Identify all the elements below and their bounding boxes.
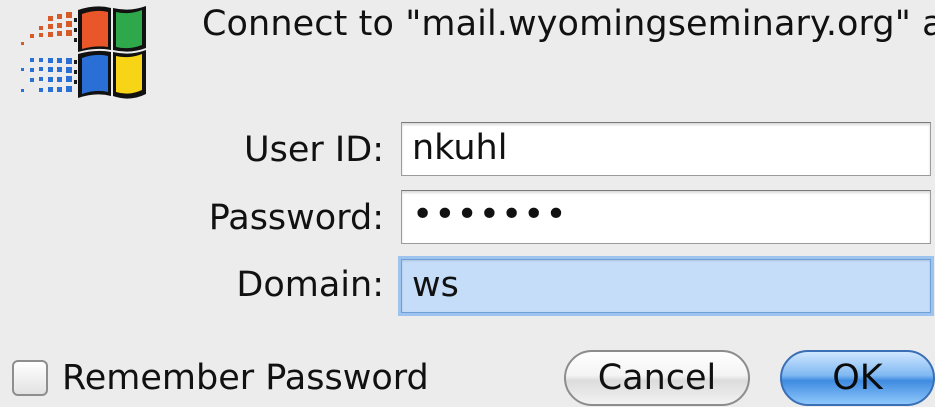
domain-field[interactable]: ws [401,259,931,313]
user-id-field[interactable]: nkuhl [401,122,931,176]
remember-password-checkbox[interactable] [12,360,48,396]
cancel-button[interactable]: Cancel [564,350,750,406]
dialog-heading: Connect to "mail.wyomingseminary.org" as… [202,4,935,44]
user-id-label: User ID: [244,130,384,170]
connect-dialog: Connect to "mail.wyomingseminary.org" as… [0,0,935,407]
password-label: Password: [208,198,384,238]
remember-password-label[interactable]: Remember Password [62,356,429,400]
windows-logo-icon [21,6,146,99]
domain-label: Domain: [236,265,384,305]
ok-button[interactable]: OK [780,350,935,406]
password-field[interactable]: ••••••• [401,190,931,244]
